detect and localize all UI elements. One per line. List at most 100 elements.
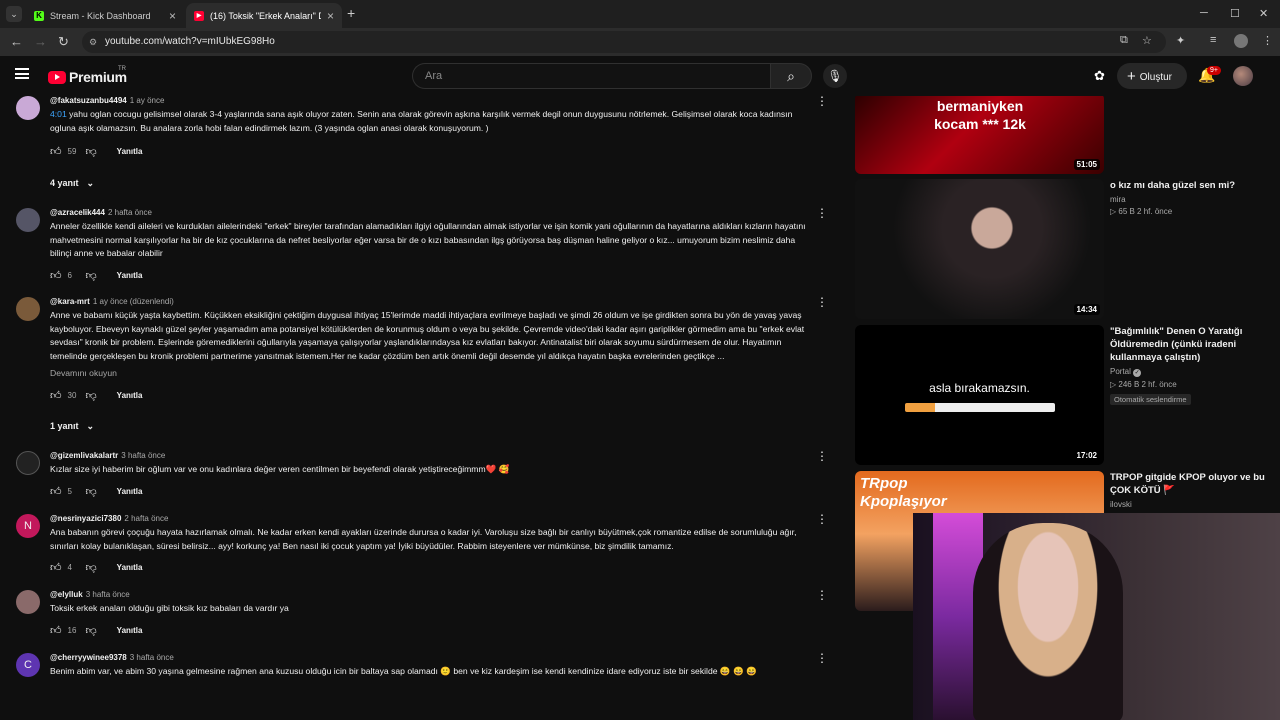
comment-text: Kızlar size iyi haberim bir oğlum var ve… bbox=[50, 463, 812, 477]
verified-icon: ✓ bbox=[1133, 369, 1141, 377]
reply-button[interactable]: Yanıtla bbox=[117, 487, 143, 496]
comment-menu-icon[interactable]: ⋮ bbox=[816, 297, 828, 307]
avatar[interactable]: C bbox=[16, 653, 40, 677]
voice-search-button[interactable]: 🎙 bbox=[823, 64, 847, 88]
comment-menu-icon[interactable]: ⋮ bbox=[816, 451, 828, 461]
like-icon[interactable]: 👍︎ bbox=[50, 561, 62, 574]
comment-menu-icon[interactable]: ⋮ bbox=[816, 653, 828, 663]
comment-author[interactable]: @kara-mrt bbox=[50, 297, 90, 306]
comment-time[interactable]: 1 ay önce bbox=[130, 96, 165, 105]
youtube-premium-logo[interactable]: Premium TR bbox=[48, 69, 127, 85]
video-info: TRPOP gitgide KPOP oluyor ve bu ÇOK KÖTÜ… bbox=[1110, 471, 1275, 509]
comment-author[interactable]: @azracelik444 bbox=[50, 208, 105, 217]
channel-name[interactable]: mira bbox=[1110, 195, 1275, 204]
view-replies-button[interactable]: 1 yanıt⌄ bbox=[50, 421, 94, 432]
reply-button[interactable]: Yanıtla bbox=[117, 563, 143, 572]
comment-time[interactable]: 2 hafta önce bbox=[108, 208, 152, 217]
comment-author[interactable]: @elylluk bbox=[50, 590, 83, 599]
avatar[interactable] bbox=[16, 297, 40, 321]
bookmark-star-icon[interactable]: ☆ bbox=[1142, 34, 1152, 47]
comment-author[interactable]: @fakatsuzanbu4494 bbox=[50, 96, 127, 105]
account-avatar[interactable] bbox=[1233, 66, 1253, 86]
reply-button[interactable]: Yanıtla bbox=[117, 147, 143, 156]
close-tab-icon[interactable]: × bbox=[327, 9, 334, 23]
comment-author[interactable]: @cherryywinee9378 bbox=[50, 653, 127, 662]
new-tab-button[interactable]: + bbox=[347, 5, 355, 21]
url-field[interactable]: ⚙ youtube.com/watch?v=mIUbkEG98Ho bbox=[82, 31, 1166, 53]
comment-actions: 👍︎ 4👎︎ Yanıtla bbox=[50, 560, 142, 574]
comment-time[interactable]: 1 ay önce (düzenlendi) bbox=[93, 297, 174, 306]
dislike-icon[interactable]: 👎︎ bbox=[86, 485, 97, 498]
close-tab-icon[interactable]: × bbox=[169, 9, 176, 23]
channel-name[interactable]: Portal ✓ bbox=[1110, 367, 1275, 377]
create-button[interactable]: +Oluştur bbox=[1117, 63, 1187, 89]
premium-icon[interactable]: ✿ bbox=[1094, 68, 1105, 84]
timestamp-link[interactable]: 4:01 bbox=[50, 109, 67, 119]
video-thumbnail[interactable]: 14:34 bbox=[855, 179, 1104, 319]
dislike-icon[interactable]: 👎︎ bbox=[86, 389, 97, 402]
site-info-icon[interactable]: ⚙ bbox=[89, 31, 97, 53]
reload-icon[interactable]: ↻ bbox=[58, 34, 69, 50]
view-replies-button[interactable]: 4 yanıt⌄ bbox=[50, 178, 94, 189]
comment-menu-icon[interactable]: ⋮ bbox=[816, 208, 828, 218]
profile-icon[interactable] bbox=[1234, 34, 1248, 48]
video-title[interactable]: o kız mı daha güzel sen mi? bbox=[1110, 179, 1275, 192]
guide-menu-icon[interactable] bbox=[15, 68, 29, 79]
comment-menu-icon[interactable]: ⋮ bbox=[816, 590, 828, 600]
video-duration: 14:34 bbox=[1074, 304, 1100, 315]
avatar[interactable] bbox=[16, 96, 40, 120]
comment-time[interactable]: 3 hafta önce bbox=[86, 590, 130, 599]
reply-button[interactable]: Yanıtla bbox=[117, 271, 143, 280]
like-icon[interactable]: 👍︎ bbox=[50, 269, 62, 282]
media-control-icon[interactable]: ≡ bbox=[1210, 34, 1216, 46]
avatar[interactable] bbox=[16, 451, 40, 475]
video-thumbnail[interactable]: bermaniyken kocam *** 12k 51:05 bbox=[855, 96, 1104, 174]
like-count: 59 bbox=[68, 147, 86, 156]
auto-dub-badge: Otomatik seslendirme bbox=[1110, 394, 1191, 405]
search-input[interactable]: Ara bbox=[412, 63, 770, 89]
comment-time[interactable]: 3 hafta önce bbox=[130, 653, 174, 662]
reply-button[interactable]: Yanıtla bbox=[117, 391, 143, 400]
video-info: "Bağımlılık" Denen O Yaratığı Öldüremedi… bbox=[1110, 325, 1275, 407]
comment-author[interactable]: @nesrinyazici7380 bbox=[50, 514, 121, 523]
minimize-icon[interactable]: ─ bbox=[1200, 7, 1208, 19]
back-icon[interactable]: ← bbox=[10, 34, 23, 49]
avatar[interactable] bbox=[16, 208, 40, 232]
read-more-link[interactable]: Devamını okuyun bbox=[50, 368, 117, 378]
browser-menu-icon[interactable]: ⋮ bbox=[1262, 34, 1273, 47]
search-button[interactable]: ⌕ bbox=[770, 63, 812, 89]
address-bar-row: ← → ↻ ⚙ youtube.com/watch?v=mIUbkEG98Ho … bbox=[0, 28, 1280, 56]
video-meta: ▷ 65 B 2 hf. önce bbox=[1110, 207, 1275, 216]
tab-kick-dashboard[interactable]: K Stream - Kick Dashboard × bbox=[26, 3, 184, 28]
tab-youtube-video[interactable]: ▶ (16) Toksik "Erkek Anaları" Durum... × bbox=[186, 3, 342, 28]
dislike-icon[interactable]: 👎︎ bbox=[86, 561, 97, 574]
avatar[interactable] bbox=[16, 590, 40, 614]
comment-time[interactable]: 3 hafta önce bbox=[121, 451, 165, 460]
tab-search-icon[interactable]: ⌄ bbox=[6, 6, 22, 22]
install-app-icon[interactable]: ⧉ bbox=[1120, 34, 1128, 47]
extensions-icon[interactable]: ✦ bbox=[1176, 34, 1185, 47]
video-thumbnail[interactable]: asla bırakamazsın. 17:02 bbox=[855, 325, 1104, 465]
channel-name[interactable]: ilovski bbox=[1110, 500, 1275, 509]
comment-menu-icon[interactable]: ⋮ bbox=[816, 514, 828, 524]
reply-button[interactable]: Yanıtla bbox=[117, 626, 143, 635]
comment-author[interactable]: @gizemlivakalartr bbox=[50, 451, 118, 460]
dislike-icon[interactable]: 👎︎ bbox=[86, 624, 97, 637]
video-title[interactable]: TRPOP gitgide KPOP oluyor ve bu ÇOK KÖTÜ… bbox=[1110, 471, 1275, 497]
like-icon[interactable]: 👍︎ bbox=[50, 389, 62, 402]
comment-text: 4:01 yahu oglan cocugu gelisimsel olarak… bbox=[50, 108, 812, 135]
maximize-icon[interactable]: ☐ bbox=[1230, 7, 1240, 20]
like-count: 4 bbox=[68, 563, 86, 572]
close-window-icon[interactable]: ✕ bbox=[1259, 7, 1268, 20]
comment-time[interactable]: 2 hafta önce bbox=[124, 514, 168, 523]
like-icon[interactable]: 👍︎ bbox=[50, 145, 62, 158]
comment-menu-icon[interactable]: ⋮ bbox=[816, 96, 828, 106]
avatar[interactable]: N bbox=[16, 514, 40, 538]
dislike-icon[interactable]: 👎︎ bbox=[86, 145, 97, 158]
like-icon[interactable]: 👍︎ bbox=[50, 624, 62, 637]
forward-icon[interactable]: → bbox=[34, 34, 47, 49]
like-icon[interactable]: 👍︎ bbox=[50, 485, 62, 498]
dislike-icon[interactable]: 👎︎ bbox=[86, 269, 97, 282]
video-title[interactable]: "Bağımlılık" Denen O Yaratığı Öldüremedi… bbox=[1110, 325, 1275, 364]
like-count: 16 bbox=[68, 626, 86, 635]
